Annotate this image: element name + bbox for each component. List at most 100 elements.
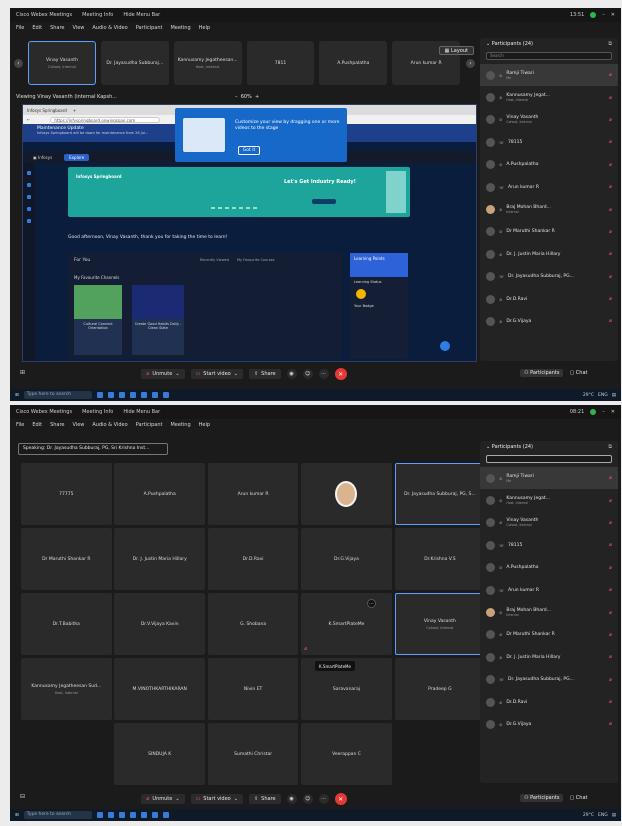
more-options-button[interactable]: ⋯ [318,794,329,804]
video-tile[interactable]: Nivin ET [207,658,299,720]
participant-row[interactable]: ⊘ Dr.D.Ravi ⌀ [480,288,618,310]
video-tile[interactable] [301,463,392,525]
course-card[interactable]: Cultural Connect Orientation [74,285,122,355]
chat-button[interactable]: ▢ Chat [569,795,587,801]
menu-help[interactable]: Help [199,422,210,428]
participant-row[interactable]: ⊘ Kannusamy Jegat... Host, Internal ⌀ [480,489,618,511]
browser-tab[interactable]: Infosys Springboard [27,108,67,113]
chat-button[interactable]: ▢ Chat [569,370,587,376]
video-tile[interactable]: Dr. J. Justin Maria Hillary [114,528,205,590]
menu-view[interactable]: View [73,422,85,428]
taskbar-search-input[interactable]: Type here to search [23,811,92,819]
settings-icon[interactable] [27,219,31,223]
strip-tile[interactable]: A.Pushpalatha [319,41,388,85]
minimize-icon[interactable]: – [602,409,605,415]
participant-search-input[interactable]: Search [486,52,612,60]
taskbar-app-icon[interactable] [129,812,136,818]
url-field[interactable]: https://infyspringboard.onwingspan.com [50,116,161,123]
participant-row[interactable]: ⊘ Vinay Vasanth Cohost, Internal ⌀ [480,109,618,131]
menu-audio-video[interactable]: Audio & Video [92,422,127,428]
taskbar-app-icon[interactable] [96,392,103,398]
participant-row[interactable]: ☏ Dr. Jayasudha Subburaj, PG... ⌀ [480,669,618,691]
got-it-button[interactable]: Got it [238,146,260,155]
participant-row[interactable]: ☏ 78115 ⌀ [480,131,618,153]
language-indicator[interactable]: ENG [598,393,608,398]
video-tile[interactable]: Pradeep G [394,658,486,720]
video-tile[interactable]: Veerappan C [301,723,392,785]
menu-meeting[interactable]: Meeting [170,25,190,31]
mic-off-icon[interactable]: ⌀ [609,610,612,616]
home-icon[interactable] [27,171,31,175]
participant-row[interactable]: ⊘ Dr Maruthi Shankar R ⌀ [480,221,618,243]
record-button[interactable]: ◉ [286,794,297,804]
taskbar-app-icon[interactable] [96,812,103,818]
catalog-icon[interactable] [27,183,31,187]
notification-icon[interactable]: ▤ [612,813,616,818]
strip-tile[interactable]: Dr. Jayasudha Subburaj... [100,41,169,85]
participants-button[interactable]: ⚇ Participants [520,369,564,377]
participant-row[interactable]: ☏ Dr. Jayasudha Subburaj, PG... ⌀ [480,266,618,288]
menu-view[interactable]: View [73,25,85,31]
carousel-dots[interactable] [211,207,257,209]
leave-meeting-button[interactable]: ✕ [334,368,347,380]
taskbar-search-input[interactable]: Type here to search [23,391,92,399]
participant-row[interactable]: ⊘ Dr.G.Vijaya ⌀ [480,310,618,332]
menu-participant[interactable]: Participant [136,422,163,428]
menu-edit[interactable]: Edit [32,422,42,428]
taskbar-app-icon[interactable] [140,392,147,398]
popout-icon[interactable]: ⧉ [608,41,612,47]
menu-help[interactable]: Help [199,25,210,31]
taskbar-app-icon[interactable] [151,392,158,398]
mic-off-icon[interactable]: ⌀ [609,475,612,481]
participant-row[interactable]: ⊘ Ramji Tiwari Me ⌀ [480,467,618,490]
video-tile[interactable]: Dr.D.Ravi [207,528,299,590]
video-tile[interactable]: Dr.V.Vijaya Kavin [114,593,205,655]
strip-prev-icon[interactable]: ‹ [14,59,23,68]
video-tile[interactable]: Dr.T.Babitha [21,593,112,655]
mic-off-icon[interactable]: ⌀ [609,721,612,727]
taskbar-app-icon[interactable] [162,392,169,398]
close-icon[interactable]: ✕ [611,12,615,18]
menu-share[interactable]: Share [50,422,64,428]
notification-icon[interactable]: ▤ [612,393,616,398]
participant-row[interactable]: ⊘ Dr Maruthi Shankar R ⌀ [480,624,618,646]
participant-row[interactable]: ☏ Arun kumar R ⌀ [480,579,618,601]
video-tile[interactable]: A.Pushpalatha [114,463,205,525]
hero-banner[interactable]: Infosys Springboard Let's Get Industry R… [68,167,410,217]
reactions-button[interactable]: ☺ [302,369,313,379]
start-video-button[interactable]: ▭ Start video ⌄ [190,794,243,804]
menu-share[interactable]: Share [50,25,64,31]
taskbar-app-icon[interactable] [118,812,125,818]
participant-row[interactable]: ⊘ Dr.D.Ravi ⌀ [480,691,618,713]
video-tile[interactable]: Dr.Krishna V.S [394,528,486,590]
menu-edit[interactable]: Edit [32,25,42,31]
strip-tile[interactable]: Vinay Vasanth Cohost, Internal [28,41,96,85]
mic-off-icon[interactable]: ⌀ [609,520,612,526]
hide-menu-bar-tab[interactable]: Hide Menu Bar [123,12,160,18]
strip-tile[interactable]: 7811 [246,41,315,85]
mic-off-icon[interactable]: ⌀ [609,318,612,324]
mic-off-icon[interactable]: ⌀ [609,498,612,504]
participant-row[interactable]: ☏ 78115 ⌀ [480,534,618,556]
mic-off-icon[interactable]: ⌀ [609,296,612,302]
mic-off-icon[interactable]: ⌀ [609,565,612,571]
menu-participant[interactable]: Participant [136,25,163,31]
participant-row[interactable]: ⊘ A.Pushpalatha ⌀ [480,557,618,579]
mic-off-icon[interactable]: ⌀ [609,207,612,213]
tab-recently-viewed[interactable]: Recently Viewed [200,258,229,262]
mic-off-icon[interactable]: ⌀ [609,587,612,593]
mic-off-icon[interactable]: ⌀ [609,229,612,235]
mic-off-icon[interactable]: ⌀ [609,162,612,168]
more-options-button[interactable]: ⋯ [318,369,329,379]
mic-off-icon[interactable]: ⌀ [609,274,612,280]
back-icon[interactable]: ← [27,117,30,122]
mic-off-icon[interactable]: ⌀ [609,251,612,257]
leave-meeting-button[interactable]: ✕ [334,793,347,805]
explore-button[interactable]: Explore [64,153,90,161]
trophy-icon[interactable] [27,207,31,211]
participant-row[interactable]: ⊘ Dr. J. Justin Maria Hillary ⌀ [480,243,618,265]
meeting-info-tab[interactable]: Meeting Info [82,12,113,18]
video-tile[interactable]: Kannusamy Jegatheesan Sud... Host, Intern… [21,658,112,720]
menu-audio-video[interactable]: Audio & Video [92,25,127,31]
participants-button[interactable]: ⚇ Participants [520,794,564,802]
